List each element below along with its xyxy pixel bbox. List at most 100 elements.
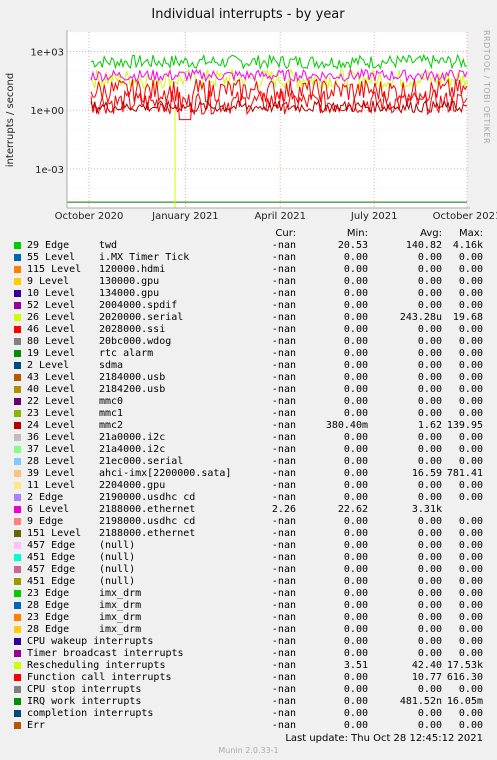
legend-swatch xyxy=(14,554,21,561)
legend-cur-value: -nan xyxy=(271,660,296,671)
legend-swatch xyxy=(14,422,21,429)
legend-max-value: 0.00 xyxy=(458,552,483,563)
legend-label: 40 Level 2184200.usb xyxy=(27,384,165,396)
legend-cur-value: -nan xyxy=(271,396,296,407)
munin-version: Munin 2.0.33-1 xyxy=(218,746,279,755)
legend-swatch xyxy=(14,722,21,729)
legend-irq-name: 2020000.serial xyxy=(99,312,184,323)
legend-swatch xyxy=(14,662,21,669)
legend-label: 2 Level sdma xyxy=(27,360,123,372)
legend-irq-name: Function call interrupts xyxy=(27,672,172,683)
legend-cur-value: -nan xyxy=(271,684,296,695)
legend-max-value: 0.00 xyxy=(458,528,483,539)
legend-max-value: 781.41 xyxy=(446,468,483,479)
legend-row: 52 Level 2004000.spdif -nan 0.00 0.00 0.00 xyxy=(0,300,497,312)
legend-irq-name: 2188000.ethernet xyxy=(99,504,196,515)
legend-irq-name: (null) xyxy=(99,540,136,551)
legend-irq-name: imx_drm xyxy=(99,600,142,611)
legend-cur-value: -nan xyxy=(271,636,296,647)
legend-swatch xyxy=(14,290,21,297)
legend-irq-name: CPU stop interrupts xyxy=(27,684,142,695)
legend-label: 26 Level 2020000.serial xyxy=(27,312,183,324)
legend-irq-name: rtc alarm xyxy=(99,348,154,359)
legend-max-value: 0.00 xyxy=(458,384,483,395)
legend-irq-name: ahci-imx[2200000.sata] xyxy=(99,468,232,479)
legend-irq-type: 26 Level xyxy=(27,312,76,323)
legend-irq-name: Err xyxy=(27,720,46,731)
legend-swatch xyxy=(14,314,21,321)
legend-swatch xyxy=(14,650,21,657)
legend-max-value: 0.00 xyxy=(458,600,483,611)
legend-irq-name: 2204000.gpu xyxy=(99,480,166,491)
legend-max-value: 0.00 xyxy=(458,480,483,491)
legend-min-value: 0.00 xyxy=(343,588,368,599)
legend-row: 451 Edge (null) -nan 0.00 0.00 0.00 xyxy=(0,552,497,564)
legend-irq-name: sdma xyxy=(99,360,124,371)
legend-row: 39 Level ahci-imx[2200000.sata] -nan 0.00 16… xyxy=(0,468,497,480)
legend-label: 28 Edge imx_drm xyxy=(27,624,141,636)
legend-irq-type: 39 Level xyxy=(27,468,76,479)
legend-label: completion interrupts xyxy=(27,708,153,720)
legend-row: Err -nan 0.00 0.00 0.00 xyxy=(0,720,497,732)
legend-irq-type: 115 Level xyxy=(27,264,82,275)
legend-cur-value: -nan xyxy=(271,264,296,275)
legend-cur-value: -nan xyxy=(271,492,296,503)
legend-label: 29 Edge twd xyxy=(27,240,117,252)
legend-irq-type: 23 Level xyxy=(27,408,76,419)
legend-min-value: 0.00 xyxy=(343,396,368,407)
legend-irq-type: 55 Level xyxy=(27,252,76,263)
legend-swatch xyxy=(14,362,21,369)
legend-swatch xyxy=(14,458,21,465)
legend-swatch xyxy=(14,482,21,489)
legend-row: 80 Level 20bc000.wdog -nan 0.00 0.00 0.00 xyxy=(0,336,497,348)
legend-max-value: 0.00 xyxy=(458,252,483,263)
legend-max-value: 0.00 xyxy=(458,516,483,527)
legend-irq-type: 151 Level xyxy=(27,528,82,539)
legend-min-value: 0.00 xyxy=(343,696,368,707)
legend-irq-name: 134000.gpu xyxy=(99,288,160,299)
legend-row: 11 Level 2204000.gpu -nan 0.00 0.00 0.00 xyxy=(0,480,497,492)
legend-min-value: 0.00 xyxy=(343,276,368,287)
legend-header: Cur: Min: Avg: Max: xyxy=(0,228,497,240)
legend-irq-name: (null) xyxy=(99,552,136,563)
legend-irq-name: Rescheduling interrupts xyxy=(27,660,166,671)
y-tick-labels: 1e+03 1e+00 1e-03 xyxy=(30,48,64,176)
legend-cur-value: -nan xyxy=(271,480,296,491)
legend-irq-name: 2028000.ssi xyxy=(99,324,166,335)
legend-max-value: 0.00 xyxy=(458,708,483,719)
header-cur: Cur: xyxy=(275,228,296,239)
legend-row: 36 Level 21a0000.i2c -nan 0.00 0.00 0.00 xyxy=(0,432,497,444)
legend-swatch xyxy=(14,626,21,633)
legend-cur-value: -nan xyxy=(271,324,296,335)
legend-max-value: 0.00 xyxy=(458,624,483,635)
legend-min-value: 0.00 xyxy=(343,324,368,335)
legend-irq-type: 23 Edge xyxy=(27,588,70,599)
legend-label: Err xyxy=(27,720,45,732)
legend-irq-name: 120000.hdmi xyxy=(99,264,166,275)
legend-cur-value: -nan xyxy=(271,336,296,347)
legend-row: 19 Level rtc alarm -nan 0.00 0.00 0.00 xyxy=(0,348,497,360)
legend-min-value: 0.00 xyxy=(343,528,368,539)
legend-swatch xyxy=(14,518,21,525)
legend-swatch xyxy=(14,590,21,597)
legend-irq-name: (null) xyxy=(99,564,136,575)
legend-irq-name: 21a4000.i2c xyxy=(99,444,166,455)
legend-max-value: 616.30 xyxy=(446,672,483,683)
legend-cur-value: -nan xyxy=(271,468,296,479)
plot-background xyxy=(67,32,467,208)
legend-max-value: 0.00 xyxy=(458,324,483,335)
legend-cur-value: -nan xyxy=(271,648,296,659)
x-tick-label: July 2021 xyxy=(350,211,398,222)
legend-min-value: 3.51 xyxy=(343,660,368,671)
legend-row: 151 Level 2188000.ethernet -nan 0.00 0.00 0.0… xyxy=(0,528,497,540)
legend-irq-type: 24 Level xyxy=(27,420,76,431)
legend-cur-value: -nan xyxy=(271,456,296,467)
legend-irq-type: 457 Edge xyxy=(27,564,76,575)
legend-row: 28 Edge imx_drm -nan 0.00 0.00 0.00 xyxy=(0,624,497,636)
legend-label: CPU wakeup interrupts xyxy=(27,636,153,648)
legend-max-value: 17.53k xyxy=(446,660,483,671)
legend-row: 9 Level 130000.gpu -nan 0.00 0.00 0.00 xyxy=(0,276,497,288)
legend-label: 22 Level mmc0 xyxy=(27,396,123,408)
legend-cur-value: -nan xyxy=(271,384,296,395)
legend-irq-type: 451 Edge xyxy=(27,576,76,587)
